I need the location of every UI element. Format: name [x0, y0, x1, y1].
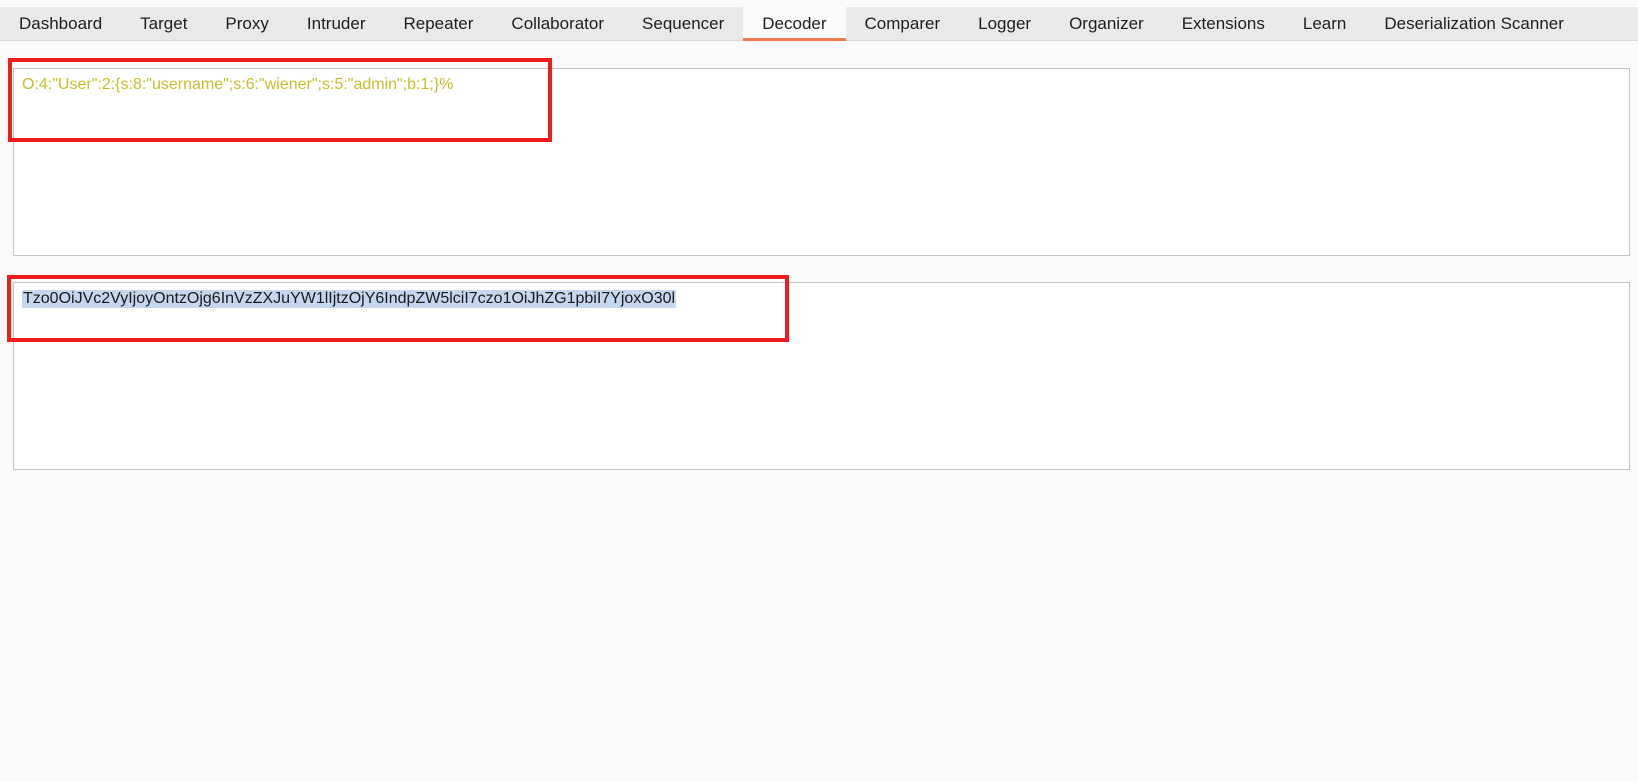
tab-sequencer[interactable]: Sequencer	[623, 7, 743, 40]
tab-target[interactable]: Target	[121, 7, 206, 40]
decoder-output-text[interactable]: Tzo0OiJVc2VyIjoyOntzOjg6InVzZXJuYW1lIjtz…	[22, 290, 677, 308]
tab-comparer[interactable]: Comparer	[846, 7, 960, 40]
decoder-input-text[interactable]: O:4:"User":2:{s:8:"username";s:6:"wiener…	[22, 76, 453, 94]
tab-collaborator[interactable]: Collaborator	[492, 7, 623, 40]
tab-extensions[interactable]: Extensions	[1163, 7, 1284, 40]
tab-proxy[interactable]: Proxy	[206, 7, 287, 40]
tab-learn[interactable]: Learn	[1284, 7, 1365, 40]
decoder-output-editor[interactable]: Tzo0OiJVc2VyIjoyOntzOjg6InVzZXJuYW1lIjtz…	[13, 282, 1630, 470]
tab-logger[interactable]: Logger	[959, 7, 1050, 40]
tab-organizer[interactable]: Organizer	[1050, 7, 1163, 40]
tab-dashboard[interactable]: Dashboard	[0, 7, 121, 40]
decoder-input-editor[interactable]: O:4:"User":2:{s:8:"username";s:6:"wiener…	[13, 68, 1630, 256]
tab-decoder[interactable]: Decoder	[743, 7, 846, 41]
main-tab-bar: Dashboard Target Proxy Intruder Repeater…	[0, 7, 1638, 41]
tab-intruder[interactable]: Intruder	[288, 7, 385, 40]
tab-repeater[interactable]: Repeater	[384, 7, 492, 40]
tab-deserialization-scanner[interactable]: Deserialization Scanner	[1365, 7, 1583, 40]
